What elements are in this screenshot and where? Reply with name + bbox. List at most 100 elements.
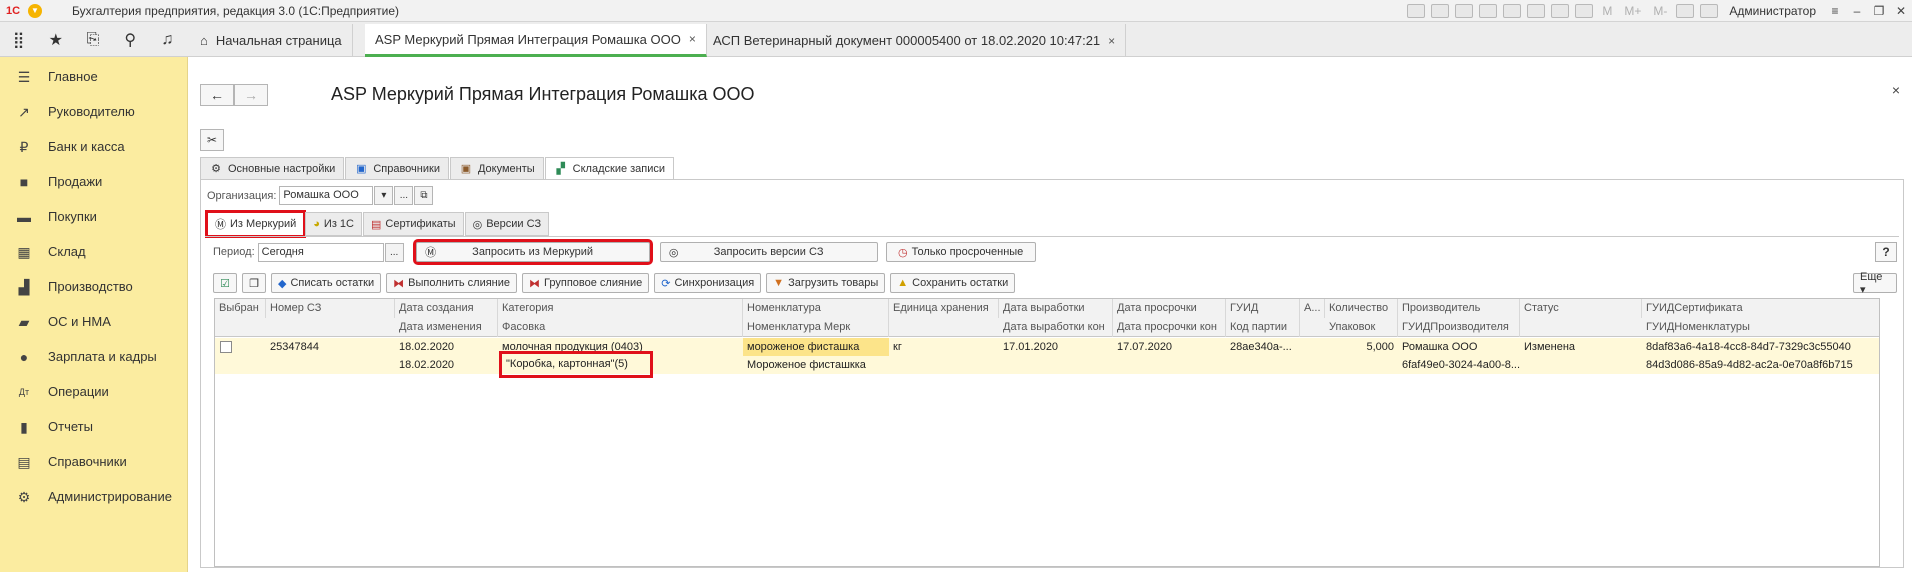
col-header[interactable]: Номенклатура <box>743 299 889 318</box>
save-icon[interactable] <box>1407 4 1426 18</box>
history-icon[interactable]: ⎘ <box>74 31 111 49</box>
tab-from-mercury[interactable]: Ⓜ Из Меркурий <box>204 210 307 238</box>
memory-mplus-button[interactable]: M+ <box>1624 4 1641 18</box>
col-header[interactable]: Категория <box>498 299 743 318</box>
close-tab-icon[interactable]: × <box>689 32 696 46</box>
col-header[interactable]: Количество <box>1325 299 1398 318</box>
preview-icon[interactable] <box>1455 4 1474 18</box>
col-header[interactable]: Дата выработки кон <box>999 318 1113 337</box>
main-menu-icon[interactable]: ▼ <box>28 3 42 18</box>
close-window-icon[interactable]: ✕ <box>1890 4 1912 18</box>
col-header[interactable]: ГУИДНоменклатуры <box>1642 318 1879 337</box>
tab-vet-document[interactable]: АСП Ветеринарный документ 000005400 от 1… <box>703 24 1127 57</box>
apps-grid-icon[interactable]: ⣿ <box>0 30 37 50</box>
sidebar-item-manager[interactable]: ↗ Руководителю <box>0 94 187 129</box>
request-sz-versions-button[interactable]: ◎ Запросить версии СЗ <box>659 242 878 262</box>
col-header[interactable]: Статус <box>1520 299 1642 318</box>
calendar-icon[interactable] <box>1575 4 1594 18</box>
tab-certificates[interactable]: ▤ Сертификаты <box>362 212 464 236</box>
load-goods-button[interactable]: ▼ Загрузить товары <box>766 273 886 293</box>
col-header[interactable]: ГУИДСертификата <box>1642 299 1879 318</box>
tab-home[interactable]: ⌂ Начальная страница <box>190 24 353 57</box>
tab-references[interactable]: ▣ Справочники <box>345 157 449 180</box>
favorites-star-icon[interactable]: ★ <box>37 30 74 50</box>
save-remains-button[interactable]: ▲ Сохранить остатки <box>890 273 1016 293</box>
minimize-icon[interactable]: – <box>1846 4 1868 18</box>
table-row[interactable]: 18.02.2020 "Коробка, картонная"(5) Морож… <box>215 351 1879 378</box>
sidebar-item-assets[interactable]: ▰ ОС и НМА <box>0 304 187 339</box>
col-header[interactable]: Номенклатура Мерк <box>743 318 889 337</box>
sidebar-item-warehouse[interactable]: ▦ Склад <box>0 234 187 269</box>
col-header[interactable]: Фасовка <box>498 318 743 337</box>
help-button[interactable]: ? <box>1875 242 1897 262</box>
search-icon[interactable] <box>1676 4 1695 18</box>
row-select-checkbox[interactable] <box>220 341 232 353</box>
request-from-mercury-button[interactable]: Ⓜ Запросить из Меркурий <box>412 239 653 265</box>
settings-menu-icon[interactable]: ≡ <box>1824 4 1846 18</box>
print-icon[interactable] <box>1431 4 1450 18</box>
edit-icon[interactable] <box>1503 4 1522 18</box>
col-header[interactable]: Дата изменения <box>395 318 498 337</box>
forward-button[interactable]: → <box>234 84 268 106</box>
close-tab-icon[interactable]: × <box>1108 34 1115 48</box>
only-expired-button[interactable]: ◷ Только просроченные <box>885 242 1036 262</box>
group-merge-button[interactable]: ⧓ Групповое слияние <box>522 273 650 293</box>
col-header[interactable]: Дата просрочки <box>1113 299 1226 318</box>
back-button[interactable]: ← <box>200 84 234 106</box>
col-header[interactable]: Номер СЗ <box>266 299 395 318</box>
maximize-icon[interactable]: ❐ <box>1868 4 1890 18</box>
col-header[interactable]: Единица хранения <box>889 299 999 318</box>
check-all-button[interactable]: ☑ <box>213 273 237 293</box>
sidebar-item-admin[interactable]: ⚙ Администрирование <box>0 479 187 514</box>
more-button[interactable]: Еще ▾ <box>1853 271 1897 296</box>
col-header[interactable]: ГУИД <box>1226 299 1300 318</box>
tools-icon[interactable]: ✂ <box>200 129 224 151</box>
col-header[interactable]: Упаковок <box>1325 318 1398 337</box>
tab-sz-versions[interactable]: ◎ Версии СЗ <box>464 212 550 236</box>
sync-button[interactable]: ⟳ Синхронизация <box>654 273 762 293</box>
panel-icon[interactable] <box>1700 4 1719 18</box>
user-name[interactable]: Администратор <box>1729 4 1816 18</box>
sidebar-item-salary[interactable]: ● Зарплата и кадры <box>0 339 187 374</box>
organization-field[interactable]: Ромашка ООО <box>279 186 374 205</box>
organization-open-button[interactable]: ⧉ <box>414 186 434 205</box>
tab-documents[interactable]: ▣ Документы <box>449 157 544 180</box>
period-field[interactable]: Сегодня <box>257 242 384 262</box>
sidebar-item-reports[interactable]: ▮ Отчеты <box>0 409 187 444</box>
sidebar-item-references[interactable]: ▤ Справочники <box>0 444 187 479</box>
sidebar-item-purchases[interactable]: ▬ Покупки <box>0 199 187 234</box>
table-row[interactable]: 25347844 18.02.2020 молочная продукция (… <box>215 338 1879 356</box>
period-choose-button[interactable]: ... <box>384 242 404 262</box>
memory-mminus-button[interactable]: M- <box>1653 4 1667 18</box>
memory-m-button[interactable]: M <box>1602 4 1612 18</box>
close-form-icon[interactable]: × <box>1892 82 1900 98</box>
sidebar-item-operations[interactable]: Дт Операции <box>0 374 187 409</box>
organization-select-button[interactable]: ▾ <box>374 186 394 205</box>
table-icon[interactable] <box>1527 4 1546 18</box>
sidebar-item-bank[interactable]: ₽ Банк и касса <box>0 129 187 164</box>
col-header[interactable]: ГУИДПроизводителя <box>1398 318 1520 337</box>
col-header[interactable]: Дата создания <box>395 299 498 318</box>
sidebar-item-main[interactable]: ☰ Главное <box>0 59 187 94</box>
copy-button[interactable]: ❐ <box>242 273 266 293</box>
organization-choose-button[interactable]: ... <box>394 186 414 205</box>
cell-nomenclature[interactable]: мороженое фисташка <box>743 338 889 356</box>
tab-main-settings[interactable]: ⚙ Основные настройки <box>200 157 345 180</box>
tab-mercury-integration[interactable]: ASP Меркурий Прямая Интеграция Ромашка О… <box>365 24 707 57</box>
col-header[interactable]: Дата просрочки кон <box>1113 318 1226 337</box>
link-icon[interactable] <box>1479 4 1498 18</box>
calc-icon[interactable] <box>1551 4 1570 18</box>
col-header[interactable]: Код партии <box>1226 318 1300 337</box>
bell-icon[interactable]: ♫ <box>149 31 186 49</box>
sidebar-item-sales[interactable]: ■ Продажи <box>0 164 187 199</box>
col-header[interactable]: Производитель <box>1398 299 1520 318</box>
write-off-remains-button[interactable]: ◆ Списать остатки <box>271 273 382 293</box>
col-header[interactable]: Дата выработки <box>999 299 1113 318</box>
search-icon[interactable]: ⚲ <box>112 30 149 50</box>
tab-from-1c[interactable]: ◕ Из 1С <box>305 212 362 236</box>
col-header[interactable]: Выбран <box>215 299 266 318</box>
tab-warehouse-records[interactable]: ▞ Складские записи <box>544 157 675 180</box>
col-header[interactable]: А... <box>1300 299 1325 318</box>
merge-button[interactable]: ⧓ Выполнить слияние <box>386 273 518 293</box>
sidebar-item-production[interactable]: ▟ Производство <box>0 269 187 304</box>
